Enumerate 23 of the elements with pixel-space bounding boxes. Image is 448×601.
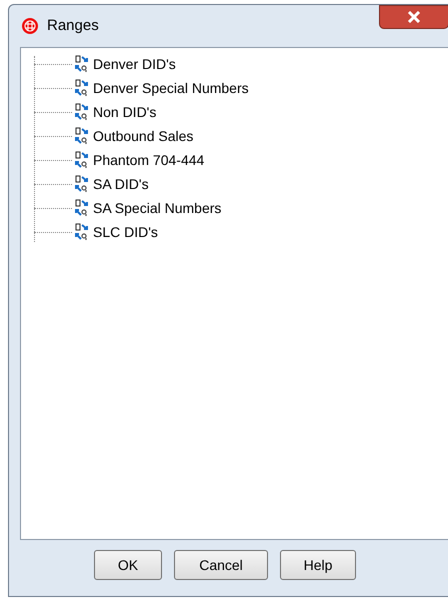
range-icon [74,151,90,169]
dialog-button[interactable]: OK [94,550,162,580]
tree-item[interactable]: SA Special Numbers [93,198,222,218]
tree-item[interactable]: Denver DID's [93,54,176,74]
tree-item[interactable]: SLC DID's [93,222,158,242]
close-button[interactable] [379,5,448,29]
tree-item[interactable]: Denver Special Numbers [93,78,249,98]
range-icon [74,55,90,73]
range-icon [74,175,90,193]
dialog-button[interactable]: Cancel [174,550,268,580]
range-icon [74,79,90,97]
range-icon [74,223,90,241]
dialog-button[interactable]: Help [280,550,356,580]
tree-item[interactable]: SA DID's [93,174,149,194]
window-title: Ranges [47,16,99,36]
tree-item[interactable]: Outbound Sales [93,126,194,146]
range-icon [74,103,90,121]
tree-item[interactable]: Non DID's [93,102,156,122]
range-icon [74,127,90,145]
tree-item[interactable]: Phantom 704-444 [93,150,204,170]
globe-icon [21,17,39,35]
close-icon [407,11,421,23]
range-icon [74,199,90,217]
